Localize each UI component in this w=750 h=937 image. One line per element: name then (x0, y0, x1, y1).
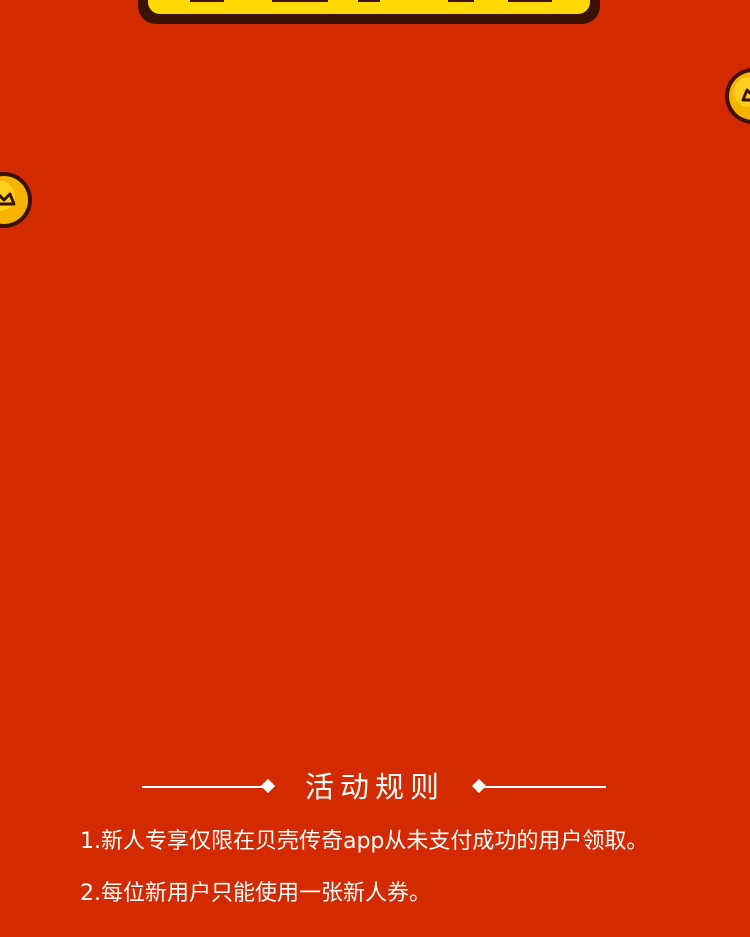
title-letter-stroke (190, 0, 224, 2)
coin-crown-icon (741, 88, 750, 102)
title-letter-stroke (272, 0, 328, 2)
diamond-icon (260, 778, 276, 794)
coin-icon (725, 68, 750, 124)
title-letter-stroke (358, 0, 380, 2)
promo-page: 活动规则 1.新人专享仅限在贝壳传奇app从未支付成功的用户领取。 2.每位新用… (0, 0, 750, 937)
rules-header: 活动规则 (0, 768, 750, 808)
divider-line-right (482, 786, 606, 788)
rule-item-2: 2.每位新用户只能使用一张新人券。 (80, 881, 431, 906)
title-banner-fill (148, 0, 590, 14)
divider-line-left (142, 786, 266, 788)
coin-crown-icon (0, 192, 16, 206)
coin-icon (0, 172, 32, 228)
title-letter-stroke (448, 0, 474, 2)
title-letter-stroke (508, 0, 552, 2)
rules-title: 活动规则 (304, 770, 445, 804)
title-banner-art (138, 0, 600, 24)
rule-item-1: 1.新人专享仅限在贝壳传奇app从未支付成功的用户领取。 (80, 829, 649, 854)
